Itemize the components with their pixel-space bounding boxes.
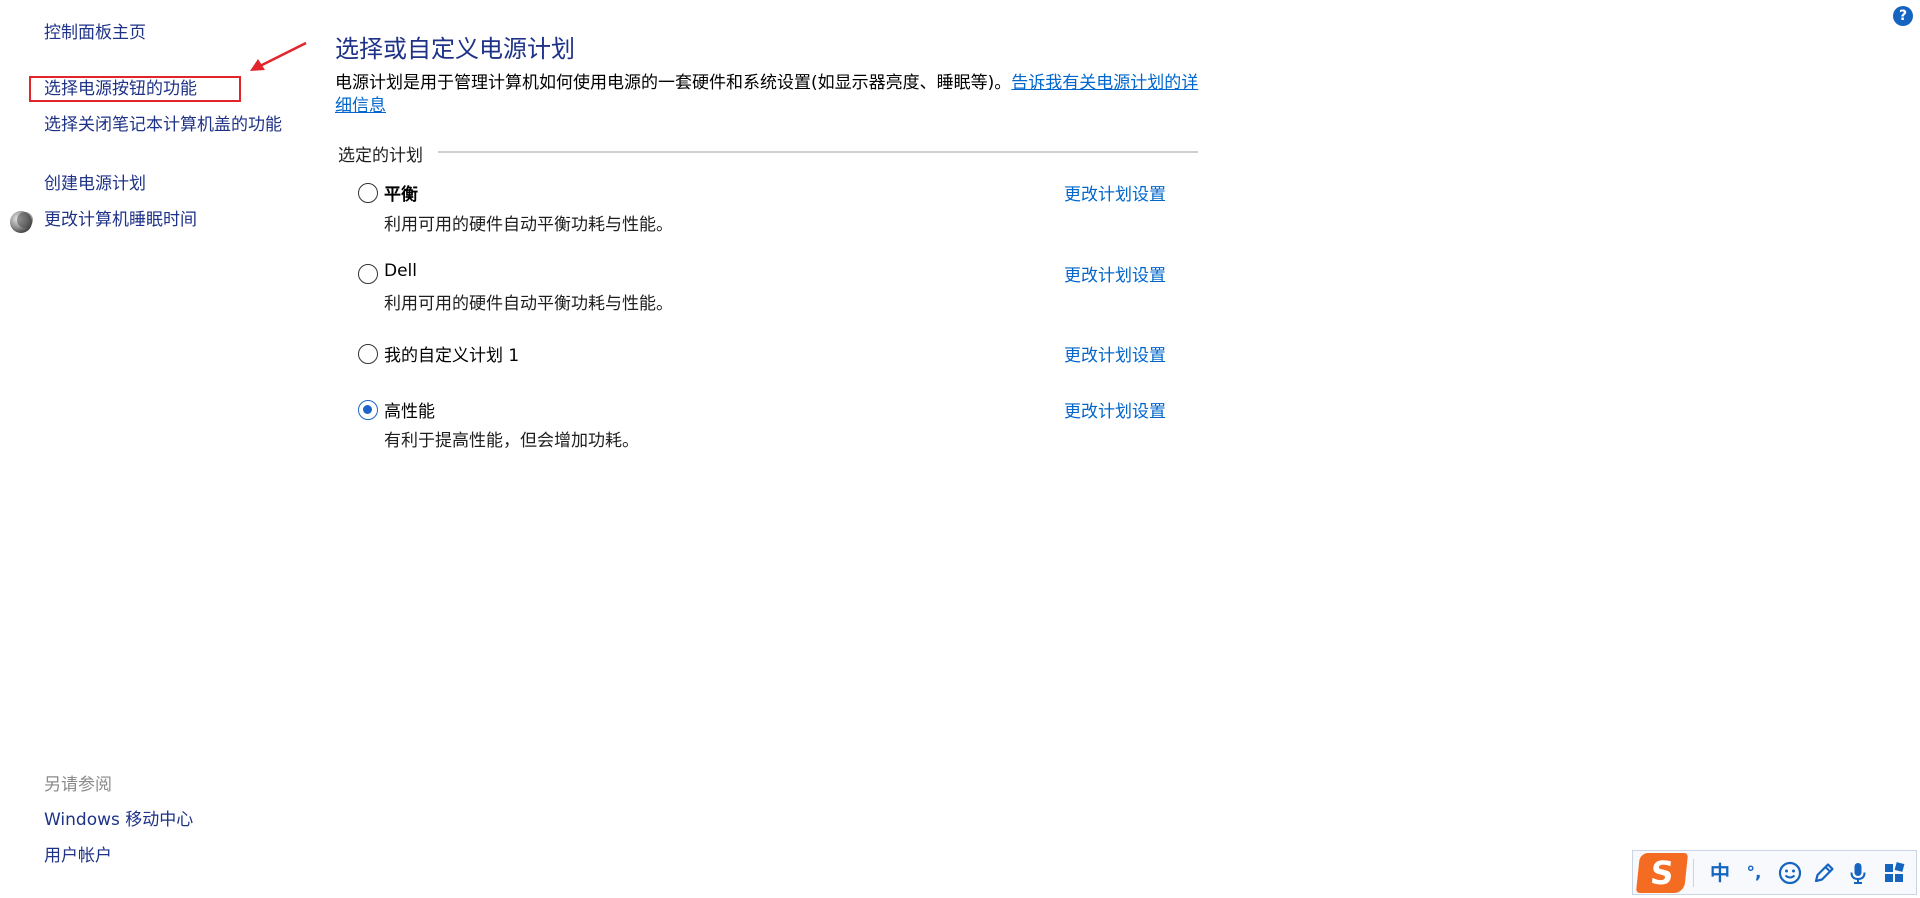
sidebar-item-sleep-time[interactable]: 更改计算机睡眠时间: [44, 208, 197, 232]
plan-radio-dell[interactable]: [358, 264, 378, 284]
pen-icon[interactable]: [1811, 860, 1837, 886]
control-panel-power-options: 控制面板主页 选择电源按钮的功能 选择关闭笔记本计算机盖的功能 创建电源计划 更…: [0, 0, 1920, 898]
description-text: 电源计划是用于管理计算机如何使用电源的一套硬件和系统设置(如显示器亮度、睡眠等)…: [335, 73, 1012, 93]
see-also-heading: 另请参阅: [44, 775, 112, 795]
plan-name-high-performance[interactable]: 高性能: [384, 397, 435, 422]
plan-radio-high-performance[interactable]: [358, 400, 378, 420]
grid-icon[interactable]: [1881, 860, 1907, 886]
plan-name-balanced[interactable]: 平衡: [384, 180, 418, 205]
help-icon[interactable]: ?: [1893, 6, 1913, 26]
page-title: 选择或自定义电源计划: [335, 35, 575, 63]
sidebar-item-create-plan[interactable]: 创建电源计划: [44, 172, 146, 196]
ime-mode-toggle[interactable]: 中: [1707, 860, 1733, 886]
moon-icon: [10, 211, 33, 233]
sogou-logo-icon[interactable]: S: [1635, 853, 1689, 893]
plan-desc-balanced: 利用可用的硬件自动平衡功耗与性能。: [384, 215, 673, 235]
annotation-highlight-box: [29, 76, 241, 102]
ime-punctuation-toggle[interactable]: °,: [1741, 860, 1767, 886]
mic-icon[interactable]: [1845, 860, 1871, 886]
plan-desc-dell: 利用可用的硬件自动平衡功耗与性能。: [384, 294, 673, 314]
ime-toolbar: S 中 °,: [1632, 850, 1917, 895]
plan-name-custom-1[interactable]: 我的自定义计划 1: [384, 341, 519, 366]
plan-desc-high-performance: 有利于提高性能，但会增加功耗。: [384, 431, 639, 451]
sidebar-item-lid-close[interactable]: 选择关闭笔记本计算机盖的功能: [44, 113, 284, 137]
ime-separator: [1693, 859, 1694, 887]
sidebar-home-link[interactable]: 控制面板主页: [44, 21, 146, 45]
section-heading: 选定的计划: [338, 141, 433, 166]
change-plan-settings-link-dell[interactable]: 更改计划设置: [1064, 261, 1166, 286]
plan-radio-custom-1[interactable]: [358, 344, 378, 364]
see-also-user-accounts-link[interactable]: 用户帐户: [44, 844, 112, 868]
plan-name-dell[interactable]: Dell: [384, 261, 417, 281]
section-divider: [438, 151, 1198, 153]
change-plan-settings-link-high-performance[interactable]: 更改计划设置: [1064, 397, 1166, 422]
page-description: 电源计划是用于管理计算机如何使用电源的一套硬件和系统设置(如显示器亮度、睡眠等)…: [335, 72, 1205, 118]
change-plan-settings-link-custom-1[interactable]: 更改计划设置: [1064, 341, 1166, 366]
see-also-mobility-center-link[interactable]: Windows 移动中心: [44, 808, 193, 832]
emoji-icon[interactable]: [1777, 860, 1803, 886]
annotation-arrow-icon: [250, 41, 307, 71]
change-plan-settings-link-balanced[interactable]: 更改计划设置: [1064, 180, 1166, 205]
plan-radio-balanced[interactable]: [358, 183, 378, 203]
